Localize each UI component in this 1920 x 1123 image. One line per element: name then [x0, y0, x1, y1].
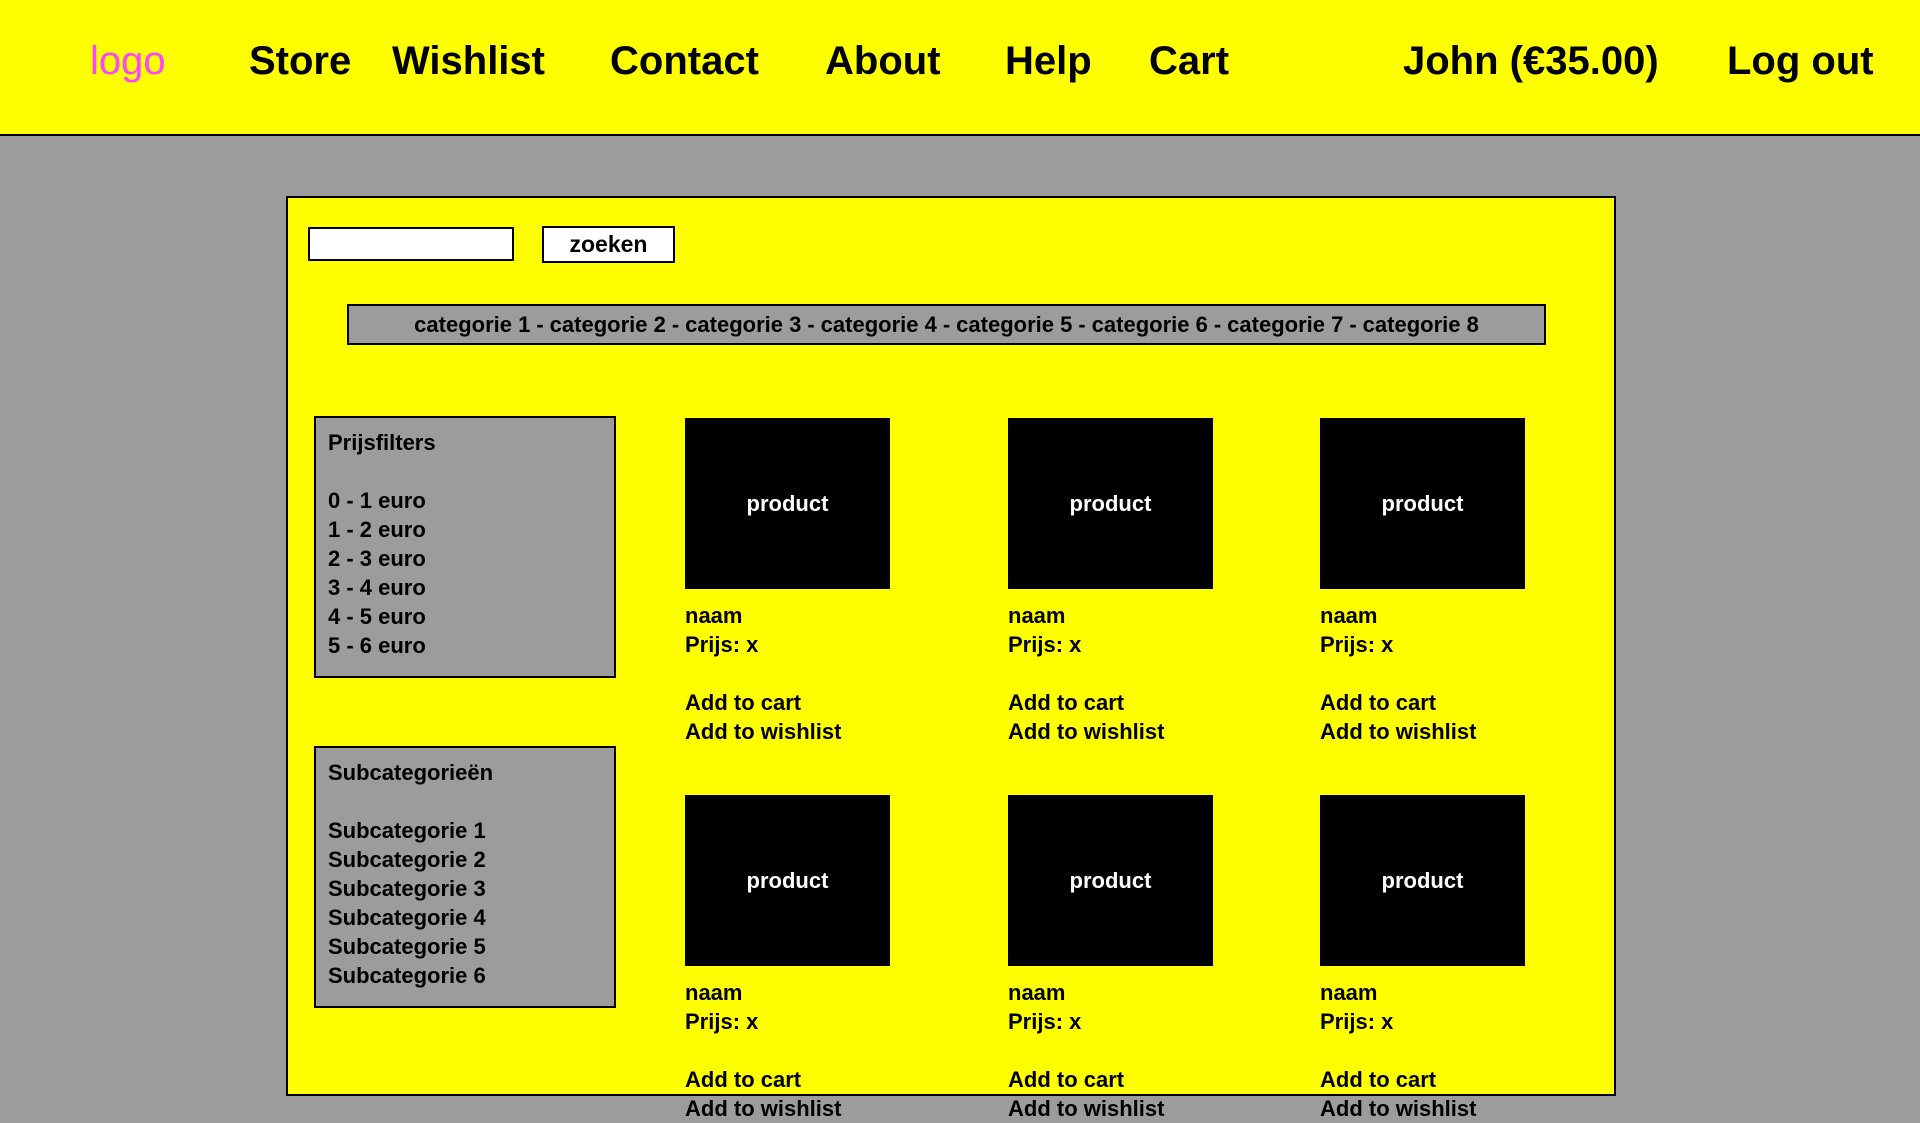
product-image[interactable]: product: [685, 418, 890, 589]
category-link-2[interactable]: categorie 2: [550, 312, 666, 337]
category-link-3[interactable]: categorie 3: [685, 312, 801, 337]
product-card: product naam Prijs: x Add to cart Add to…: [685, 795, 945, 1123]
product-card: product naam Prijs: x Add to cart Add to…: [1008, 795, 1268, 1123]
subcategory-item[interactable]: Subcategorie 5: [328, 932, 602, 961]
category-separator: -: [536, 312, 544, 337]
category-separator: -: [1078, 312, 1086, 337]
product-price: Prijs: x: [685, 632, 759, 657]
category-bar: categorie 1- categorie 2- categorie 3- cate…: [347, 304, 1546, 345]
product-card: product naam Prijs: x Add to cart Add to…: [1320, 418, 1580, 746]
category-link-6[interactable]: categorie 6: [1092, 312, 1208, 337]
product-name: naam: [1320, 980, 1378, 1005]
price-filter-item[interactable]: 2 - 3 euro: [328, 544, 602, 573]
add-to-wishlist-link[interactable]: Add to wishlist: [685, 717, 945, 746]
product-card: product naam Prijs: x Add to cart Add to…: [685, 418, 945, 746]
category-separator: -: [1349, 312, 1357, 337]
subcategory-item[interactable]: Subcategorie 3: [328, 874, 602, 903]
logout-link[interactable]: Log out: [1727, 36, 1874, 86]
subcategory-item[interactable]: Subcategorie 1: [328, 816, 602, 845]
nav-wishlist-link[interactable]: Wishlist: [392, 36, 545, 86]
add-to-wishlist-link[interactable]: Add to wishlist: [1008, 1094, 1268, 1123]
category-separator: -: [807, 312, 815, 337]
add-to-cart-link[interactable]: Add to cart: [1320, 688, 1580, 717]
subcategory-filter-box: Subcategorieën Subcategorie 1 Subcategor…: [314, 746, 616, 1008]
product-price: Prijs: x: [685, 1009, 759, 1034]
category-link-1[interactable]: categorie 1: [414, 312, 530, 337]
product-price: Prijs: x: [1320, 1009, 1394, 1034]
price-filter-box: Prijsfilters 0 - 1 euro 1 - 2 euro 2 - 3…: [314, 416, 616, 678]
product-name: naam: [1320, 603, 1378, 628]
product-name: naam: [1008, 603, 1066, 628]
nav-cart-link[interactable]: Cart: [1149, 36, 1229, 86]
subcategory-filter-title: Subcategorieën: [328, 760, 494, 785]
product-price: Prijs: x: [1008, 632, 1082, 657]
add-to-wishlist-link[interactable]: Add to wishlist: [1320, 717, 1580, 746]
store-content-panel: zoeken categorie 1- categorie 2- categorie…: [286, 196, 1616, 1121]
product-image[interactable]: product: [1008, 418, 1213, 589]
product-name: naam: [685, 603, 743, 628]
category-separator: -: [1213, 312, 1222, 337]
product-price: Prijs: x: [1320, 632, 1394, 657]
add-to-cart-link[interactable]: Add to cart: [1008, 688, 1268, 717]
subcategory-item[interactable]: Subcategorie 2: [328, 845, 602, 874]
user-account-balance[interactable]: John (€35.00): [1403, 36, 1659, 86]
category-link-4[interactable]: categorie 4: [821, 312, 937, 337]
add-to-wishlist-link[interactable]: Add to wishlist: [685, 1094, 945, 1123]
add-to-wishlist-link[interactable]: Add to wishlist: [1320, 1094, 1580, 1123]
category-separator: -: [942, 312, 951, 337]
nav-store-link[interactable]: Store: [249, 36, 351, 86]
nav-contact-link[interactable]: Contact: [610, 36, 759, 86]
price-filter-item[interactable]: 4 - 5 euro: [328, 602, 602, 631]
add-to-wishlist-link[interactable]: Add to wishlist: [1008, 717, 1268, 746]
subcategory-item[interactable]: Subcategorie 6: [328, 961, 602, 990]
category-link-5[interactable]: categorie 5: [956, 312, 1072, 337]
product-card: product naam Prijs: x Add to cart Add to…: [1320, 795, 1580, 1123]
category-link-8[interactable]: categorie 8: [1363, 312, 1479, 337]
product-name: naam: [685, 980, 743, 1005]
search-input[interactable]: [308, 227, 514, 261]
add-to-cart-link[interactable]: Add to cart: [685, 688, 945, 717]
search-button[interactable]: zoeken: [542, 226, 675, 263]
product-image[interactable]: product: [1320, 795, 1525, 966]
price-filter-item[interactable]: 3 - 4 euro: [328, 573, 602, 602]
top-navigation-bar: logo Store Wishlist Contact About Help C…: [0, 0, 1920, 136]
price-filter-title: Prijsfilters: [328, 430, 436, 455]
product-image[interactable]: product: [1320, 418, 1525, 589]
product-price: Prijs: x: [1008, 1009, 1082, 1034]
product-card: product naam Prijs: x Add to cart Add to…: [1008, 418, 1268, 746]
price-filter-item[interactable]: 1 - 2 euro: [328, 515, 602, 544]
price-filter-item[interactable]: 5 - 6 euro: [328, 631, 602, 660]
subcategory-item[interactable]: Subcategorie 4: [328, 903, 602, 932]
category-link-7[interactable]: categorie 7: [1227, 312, 1343, 337]
category-separator: -: [671, 312, 680, 337]
product-name: naam: [1008, 980, 1066, 1005]
product-image[interactable]: product: [1008, 795, 1213, 966]
nav-about-link[interactable]: About: [825, 36, 941, 86]
product-image[interactable]: product: [685, 795, 890, 966]
nav-help-link[interactable]: Help: [1005, 36, 1092, 86]
logo[interactable]: logo: [90, 36, 166, 86]
price-filter-item[interactable]: 0 - 1 euro: [328, 486, 602, 515]
